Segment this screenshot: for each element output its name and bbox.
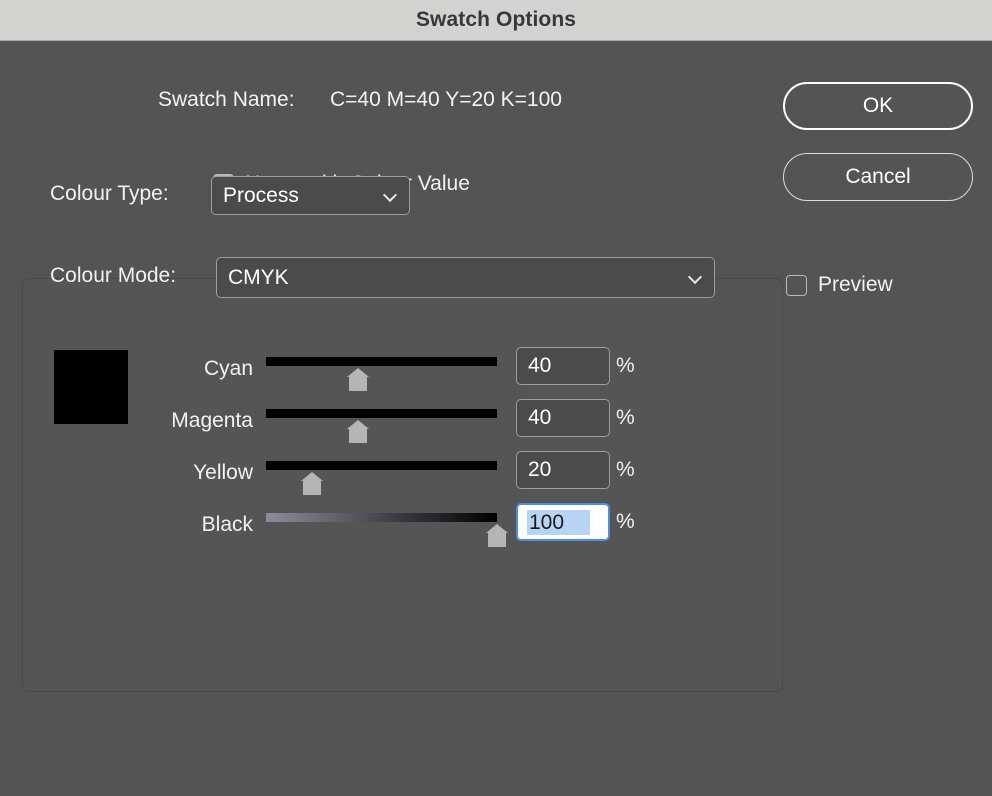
value-input-yellow[interactable]: 20 [516,451,610,489]
percent-sign-black: % [616,510,635,533]
colour-type-value: Process [223,183,299,207]
colour-mode-select[interactable]: CMYK [216,257,715,298]
percent-sign-yellow: % [616,458,635,481]
swatch-name-label: Swatch Name: [158,88,295,111]
colour-type-select[interactable]: Process [211,176,410,215]
slider-label-cyan: Cyan [203,357,253,380]
value-input-cyan[interactable]: 40 [516,347,610,385]
slider-row-black: Black 100% [0,501,700,553]
swatch-options-dialog: Swatch Name: C=40 M=40 Y=20 K=100 Name w… [0,42,992,796]
slider-row-yellow: Yellow 20% [0,449,700,501]
chevron-down-icon [385,190,396,201]
window-title-bar: Swatch Options [0,0,992,41]
preview-checkbox[interactable]: Preview [786,273,893,297]
swatch-name-value: C=40 M=40 Y=20 K=100 [330,88,562,111]
slider-label-black: Black [201,513,253,536]
slider-row-magenta: Magenta 40% [0,397,700,449]
value-input-black[interactable]: 100 [516,503,610,541]
slider-label-yellow: Yellow [193,461,253,484]
slider-label-magenta: Magenta [171,409,253,432]
value-input-magenta[interactable]: 40 [516,399,610,437]
selected-text: 100 [527,510,591,535]
checkbox-unchecked-icon[interactable] [786,274,807,296]
chevron-down-icon [690,272,701,283]
cancel-button[interactable]: Cancel [783,153,973,201]
slider-track-black[interactable] [266,513,497,522]
slider-track-magenta[interactable] [266,409,497,418]
ok-button[interactable]: OK [783,82,973,130]
slider-thumb-magenta[interactable] [347,420,370,443]
slider-row-cyan: Cyan 40% [0,345,700,397]
slider-track-cyan[interactable] [266,357,497,366]
slider-track-yellow[interactable] [266,461,497,470]
colour-type-label: Colour Type: [50,182,169,205]
preview-label: Preview [818,273,893,296]
slider-thumb-black[interactable] [486,524,508,547]
slider-thumb-cyan[interactable] [347,368,370,391]
percent-sign-cyan: % [616,354,635,377]
slider-thumb-yellow[interactable] [301,472,324,495]
colour-mode-value: CMYK [228,265,289,289]
percent-sign-magenta: % [616,406,635,429]
colour-mode-label: Colour Mode: [50,264,177,287]
window-title: Swatch Options [415,8,577,31]
